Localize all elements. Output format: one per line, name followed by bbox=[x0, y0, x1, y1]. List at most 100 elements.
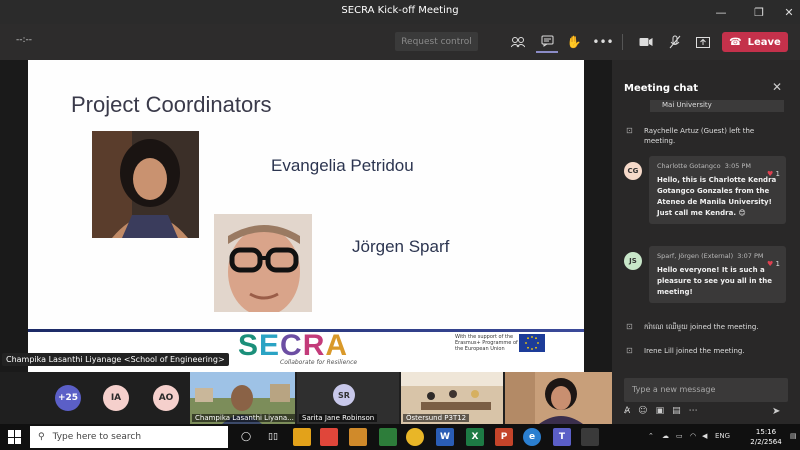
chat-message[interactable]: Sparf, Jörgen (External) 3:07 PM Hello e… bbox=[649, 246, 786, 303]
message-author: Charlotte Gotangco bbox=[657, 162, 721, 170]
teams-window: SECRA Kick-off Meeting — ❐ ✕ --:-- Reque… bbox=[0, 0, 800, 450]
sticker-icon[interactable]: ▤ bbox=[672, 406, 681, 420]
more-options-icon[interactable]: ••• bbox=[592, 31, 614, 53]
presentation-slide: Project Coordinators Evangelia Petridou bbox=[28, 60, 584, 372]
meeting-toolbar: --:-- Request control ✋ ••• ☎ Leave bbox=[0, 24, 800, 60]
store-icon[interactable] bbox=[320, 428, 338, 446]
coordinator-photo-1 bbox=[92, 131, 199, 238]
send-icon[interactable]: ➤ bbox=[772, 406, 780, 417]
participant-name: Östersund P3T12 bbox=[403, 414, 470, 422]
emoji-icon[interactable]: ☺ bbox=[638, 406, 647, 420]
people-event-icon: ⊡ bbox=[626, 322, 633, 331]
avatar: JS bbox=[624, 252, 642, 270]
teams-icon[interactable]: T bbox=[553, 428, 571, 446]
notification-icon[interactable]: ▤ bbox=[790, 432, 797, 440]
participant-video-tile[interactable]: Champika Lasanthi Liyana... bbox=[190, 372, 295, 424]
reaction-count[interactable]: ♥ 1 bbox=[767, 169, 780, 180]
app-icon[interactable] bbox=[379, 428, 397, 446]
chat-message[interactable]: Charlotte Gotangco 3:05 PM Hello, this i… bbox=[649, 156, 786, 224]
avatar: CG bbox=[624, 162, 642, 180]
tray-chevron-icon[interactable]: ⌃ bbox=[648, 432, 654, 440]
mic-muted-icon[interactable] bbox=[664, 31, 686, 53]
eu-flag-icon bbox=[519, 334, 545, 352]
secra-tagline: Collaborate for Resilience bbox=[280, 359, 358, 366]
message-body: Hello everyone! It is such a pleasure to… bbox=[657, 266, 773, 296]
participant-video-tile[interactable]: SR Sarita Jane Robinson bbox=[297, 372, 399, 424]
meeting-timer: --:-- bbox=[16, 35, 33, 45]
taskbar-search[interactable]: ⚲ Type here to search bbox=[30, 426, 228, 448]
participant-name: Champika Lasanthi Liyana... bbox=[192, 414, 295, 422]
more-participants-button[interactable]: +25 bbox=[55, 385, 81, 411]
windows-taskbar: ⚲ Type here to search ◯ ▯▯ W X P e T ⌃ ☁… bbox=[0, 424, 800, 450]
participant-avatar[interactable]: IA bbox=[103, 385, 129, 411]
participant-avatar[interactable]: AO bbox=[153, 385, 179, 411]
battery-icon[interactable]: ▭ bbox=[676, 432, 683, 440]
window-title: SECRA Kick-off Meeting bbox=[341, 5, 459, 16]
gif-icon[interactable]: ▣ bbox=[656, 406, 665, 420]
toolbar-divider bbox=[622, 34, 623, 50]
phone-hangup-icon: ☎ bbox=[729, 36, 742, 48]
search-icon: ⚲ bbox=[38, 432, 45, 442]
close-chat-icon[interactable]: ✕ bbox=[772, 80, 782, 94]
app-icon[interactable] bbox=[349, 428, 367, 446]
cloud-icon[interactable]: ☁ bbox=[662, 432, 669, 440]
close-icon[interactable]: ✕ bbox=[772, 0, 800, 24]
message-body: Hello, this is Charlotte Kendra Gotangco… bbox=[657, 176, 777, 217]
taskbar-clock[interactable]: 15:16 2/2/2564 bbox=[744, 427, 788, 447]
compose-toolbar: A̷ ☺ ▣ ▤ ⋯ bbox=[624, 406, 698, 420]
camera-icon[interactable] bbox=[635, 31, 657, 53]
raise-hand-icon[interactable]: ✋ bbox=[563, 31, 585, 53]
leave-label: Leave bbox=[747, 36, 781, 48]
reaction-count[interactable]: ♥ 1 bbox=[767, 259, 780, 270]
system-message: ⊡ ករ៉ា​ណេ ឈើមួយ joined the meeting. bbox=[626, 322, 759, 331]
people-event-icon: ⊡ bbox=[626, 346, 633, 355]
meeting-chat-panel: Meeting chat ✕ Mai University ⊡ Raychell… bbox=[612, 60, 800, 424]
leave-button[interactable]: ☎ Leave bbox=[722, 32, 788, 52]
secra-logo: SECRA bbox=[238, 329, 349, 362]
maximize-icon[interactable]: ❐ bbox=[742, 0, 776, 24]
chat-message-list[interactable]: Mai University ⊡ Raychelle Artuz (Guest)… bbox=[616, 100, 794, 376]
message-time: 3:05 PM bbox=[724, 162, 751, 170]
participant-video-tile[interactable] bbox=[505, 372, 612, 424]
excel-icon[interactable]: X bbox=[466, 428, 484, 446]
coordinator-name-2: Jörgen Sparf bbox=[352, 237, 450, 256]
format-icon[interactable]: A̷ bbox=[624, 406, 630, 420]
participant-initials: SR bbox=[333, 384, 355, 406]
word-icon[interactable]: W bbox=[436, 428, 454, 446]
powerpoint-icon[interactable]: P bbox=[495, 428, 513, 446]
task-view-split-icon[interactable]: ▯▯ bbox=[264, 428, 282, 446]
language-indicator[interactable]: ENG bbox=[715, 432, 730, 440]
more-compose-icon[interactable]: ⋯ bbox=[689, 406, 698, 420]
system-message: ⊡ Raychelle Artuz (Guest) left the meeti… bbox=[626, 126, 755, 145]
heart-icon: ♥ bbox=[767, 170, 774, 178]
clock-time: 15:16 bbox=[755, 428, 777, 436]
chrome-icon[interactable] bbox=[406, 428, 424, 446]
chat-compose-input[interactable]: Type a new message bbox=[624, 378, 788, 402]
presenter-name-tag: Champika Lasanthi Liyanage <School of En… bbox=[2, 353, 229, 366]
wifi-icon[interactable]: ◠ bbox=[690, 432, 696, 440]
erasmus-support-text: With the support of the Erasmus+ Program… bbox=[455, 334, 518, 352]
system-message: ⊡ Irene Lill joined the meeting. bbox=[626, 346, 745, 355]
message-time: 3:07 PM bbox=[737, 252, 764, 260]
coordinator-name-1: Evangelia Petridou bbox=[271, 156, 414, 175]
file-explorer-icon[interactable] bbox=[293, 428, 311, 446]
message-author: Sparf, Jörgen (External) bbox=[657, 252, 734, 260]
coordinator-photo-2 bbox=[214, 214, 312, 312]
share-screen-icon[interactable] bbox=[692, 31, 714, 53]
app-icon[interactable] bbox=[581, 428, 599, 446]
task-view-icon[interactable]: ◯ bbox=[237, 428, 255, 446]
participant-video-tile[interactable]: Östersund P3T12 bbox=[401, 372, 503, 424]
volume-icon[interactable]: ◀ bbox=[702, 432, 707, 440]
participant-name: Sarita Jane Robinson bbox=[299, 414, 378, 422]
edge-icon[interactable]: e bbox=[523, 428, 541, 446]
participants-icon[interactable] bbox=[507, 31, 529, 53]
chat-icon[interactable] bbox=[536, 31, 558, 53]
shared-content-stage: Project Coordinators Evangelia Petridou bbox=[0, 60, 612, 372]
slide-title: Project Coordinators bbox=[71, 92, 272, 117]
chat-message-partial: Mai University bbox=[650, 100, 784, 112]
minimize-icon[interactable]: — bbox=[704, 0, 738, 24]
windows-start-icon[interactable] bbox=[8, 430, 22, 444]
request-control-button[interactable]: Request control bbox=[395, 32, 478, 51]
search-placeholder: Type here to search bbox=[52, 432, 142, 442]
people-event-icon: ⊡ bbox=[626, 126, 633, 135]
